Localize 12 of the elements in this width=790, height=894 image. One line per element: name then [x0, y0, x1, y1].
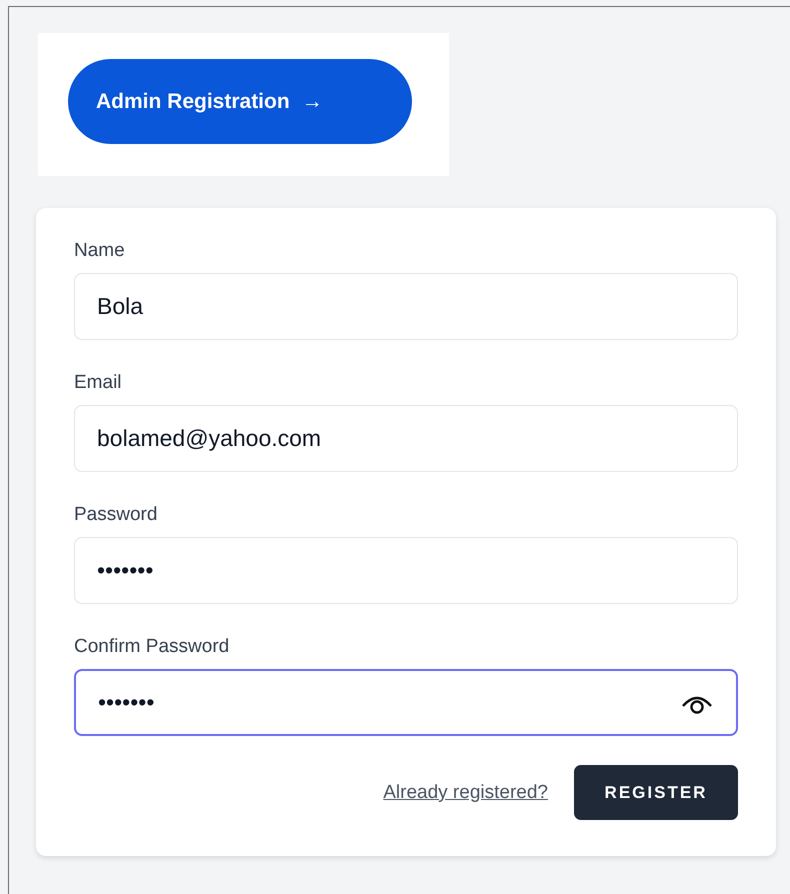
confirm-password-field[interactable]: •••••••	[74, 669, 738, 736]
field-label: Email	[74, 372, 123, 394]
field-label: Name	[74, 240, 126, 262]
name-field[interactable]: Bola	[74, 273, 738, 340]
already-registered-link[interactable]: Already registered?	[383, 782, 548, 804]
register-button[interactable]: REGISTER	[574, 765, 738, 820]
field-label: Password	[74, 504, 158, 526]
admin-registration-button[interactable]: Admin Registration →	[68, 59, 412, 144]
email-field[interactable]: bolamed@yahoo.com	[74, 405, 738, 472]
field-label: Confirm Password	[74, 636, 230, 658]
arrow-icon: →	[302, 90, 323, 114]
password-field[interactable]: •••••••	[74, 537, 738, 604]
